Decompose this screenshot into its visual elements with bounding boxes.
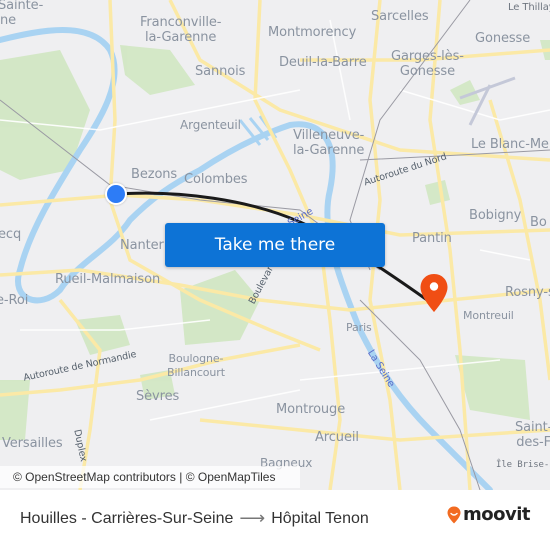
- map-label-paris: Paris: [346, 321, 372, 334]
- map-label-sarcelles: Sarcelles: [371, 9, 429, 24]
- moovit-wordmark: moovit: [463, 504, 531, 525]
- map-label-versailles: Versailles: [2, 436, 63, 451]
- map-label-franconville: Franconville- la-Garenne: [140, 15, 222, 45]
- map-label-ecq: ecq: [0, 227, 22, 242]
- park-area: [120, 45, 195, 95]
- map-label-gonesse: Gonesse: [475, 31, 531, 46]
- map-label-arcueil: Arcueil: [315, 430, 359, 445]
- map-label-garges: Garges-lès- Gonesse: [391, 49, 464, 79]
- destination-pin-icon[interactable]: [419, 273, 449, 313]
- map[interactable]: Sainte- ne Franconville- la-Garenne Sann…: [0, 0, 550, 490]
- map-label-sevres: Sèvres: [136, 389, 180, 404]
- map-label-bezons: Bezons: [131, 167, 178, 182]
- map-label-colombes: Colombes: [184, 172, 248, 187]
- destination-name: Hôpital Tenon: [271, 509, 369, 527]
- map-label-ne: ne: [0, 13, 17, 28]
- map-label-villeneuve: Villeneuve- la-Garenne: [293, 128, 365, 158]
- map-label-rosny: Rosny-s: [505, 285, 550, 300]
- origin-marker[interactable]: [105, 183, 127, 205]
- map-label-nanterre: Nanter: [120, 238, 164, 253]
- map-label-argenteuil: Argenteuil: [180, 118, 241, 132]
- moovit-pin-icon: [447, 506, 461, 523]
- map-label-ile-brise: Île Brise-P: [496, 460, 550, 470]
- arrow-right-icon: ⟶: [239, 508, 266, 528]
- map-label-le-roi: e-Roi: [0, 293, 29, 308]
- moovit-logo[interactable]: moovit: [447, 504, 531, 525]
- park-area: [425, 180, 450, 205]
- map-label-bobigny: Bobigny: [469, 208, 522, 223]
- footer: Houilles - Carrières-Sur-Seine ⟶ Hôpital…: [0, 490, 550, 550]
- map-label-le-blanc-mesnil: Le Blanc-Me: [471, 137, 549, 152]
- map-label-montreuil: Montreuil: [463, 309, 514, 322]
- map-attribution[interactable]: © OpenStreetMap contributors | © OpenMap…: [0, 466, 300, 488]
- map-label-saint-denis: Saint- des-F: [515, 420, 550, 450]
- park-area: [455, 355, 530, 420]
- origin-name: Houilles - Carrières-Sur-Seine: [20, 509, 234, 527]
- map-label-montmorency: Montmorency: [268, 25, 357, 40]
- map-label-bo: Bo: [530, 215, 547, 230]
- map-label-sainte: Sainte-: [0, 0, 44, 13]
- map-label-le-thillay: Le Thillay: [508, 2, 550, 13]
- park-area: [0, 380, 30, 440]
- map-label-sannois: Sannois: [195, 64, 246, 79]
- map-label-pantin: Pantin: [412, 231, 452, 246]
- route-summary: Houilles - Carrières-Sur-Seine ⟶ Hôpital…: [20, 508, 369, 529]
- map-label-rueil-malmaison: Rueil-Malmaison: [55, 272, 161, 287]
- take-me-there-button[interactable]: Take me there: [165, 223, 385, 267]
- map-label-montrouge: Montrouge: [276, 402, 346, 417]
- map-label-boulogne-billancourt: Boulogne- Billancourt: [167, 352, 225, 379]
- map-label-deuil-la-barre: Deuil-la-Barre: [279, 55, 367, 70]
